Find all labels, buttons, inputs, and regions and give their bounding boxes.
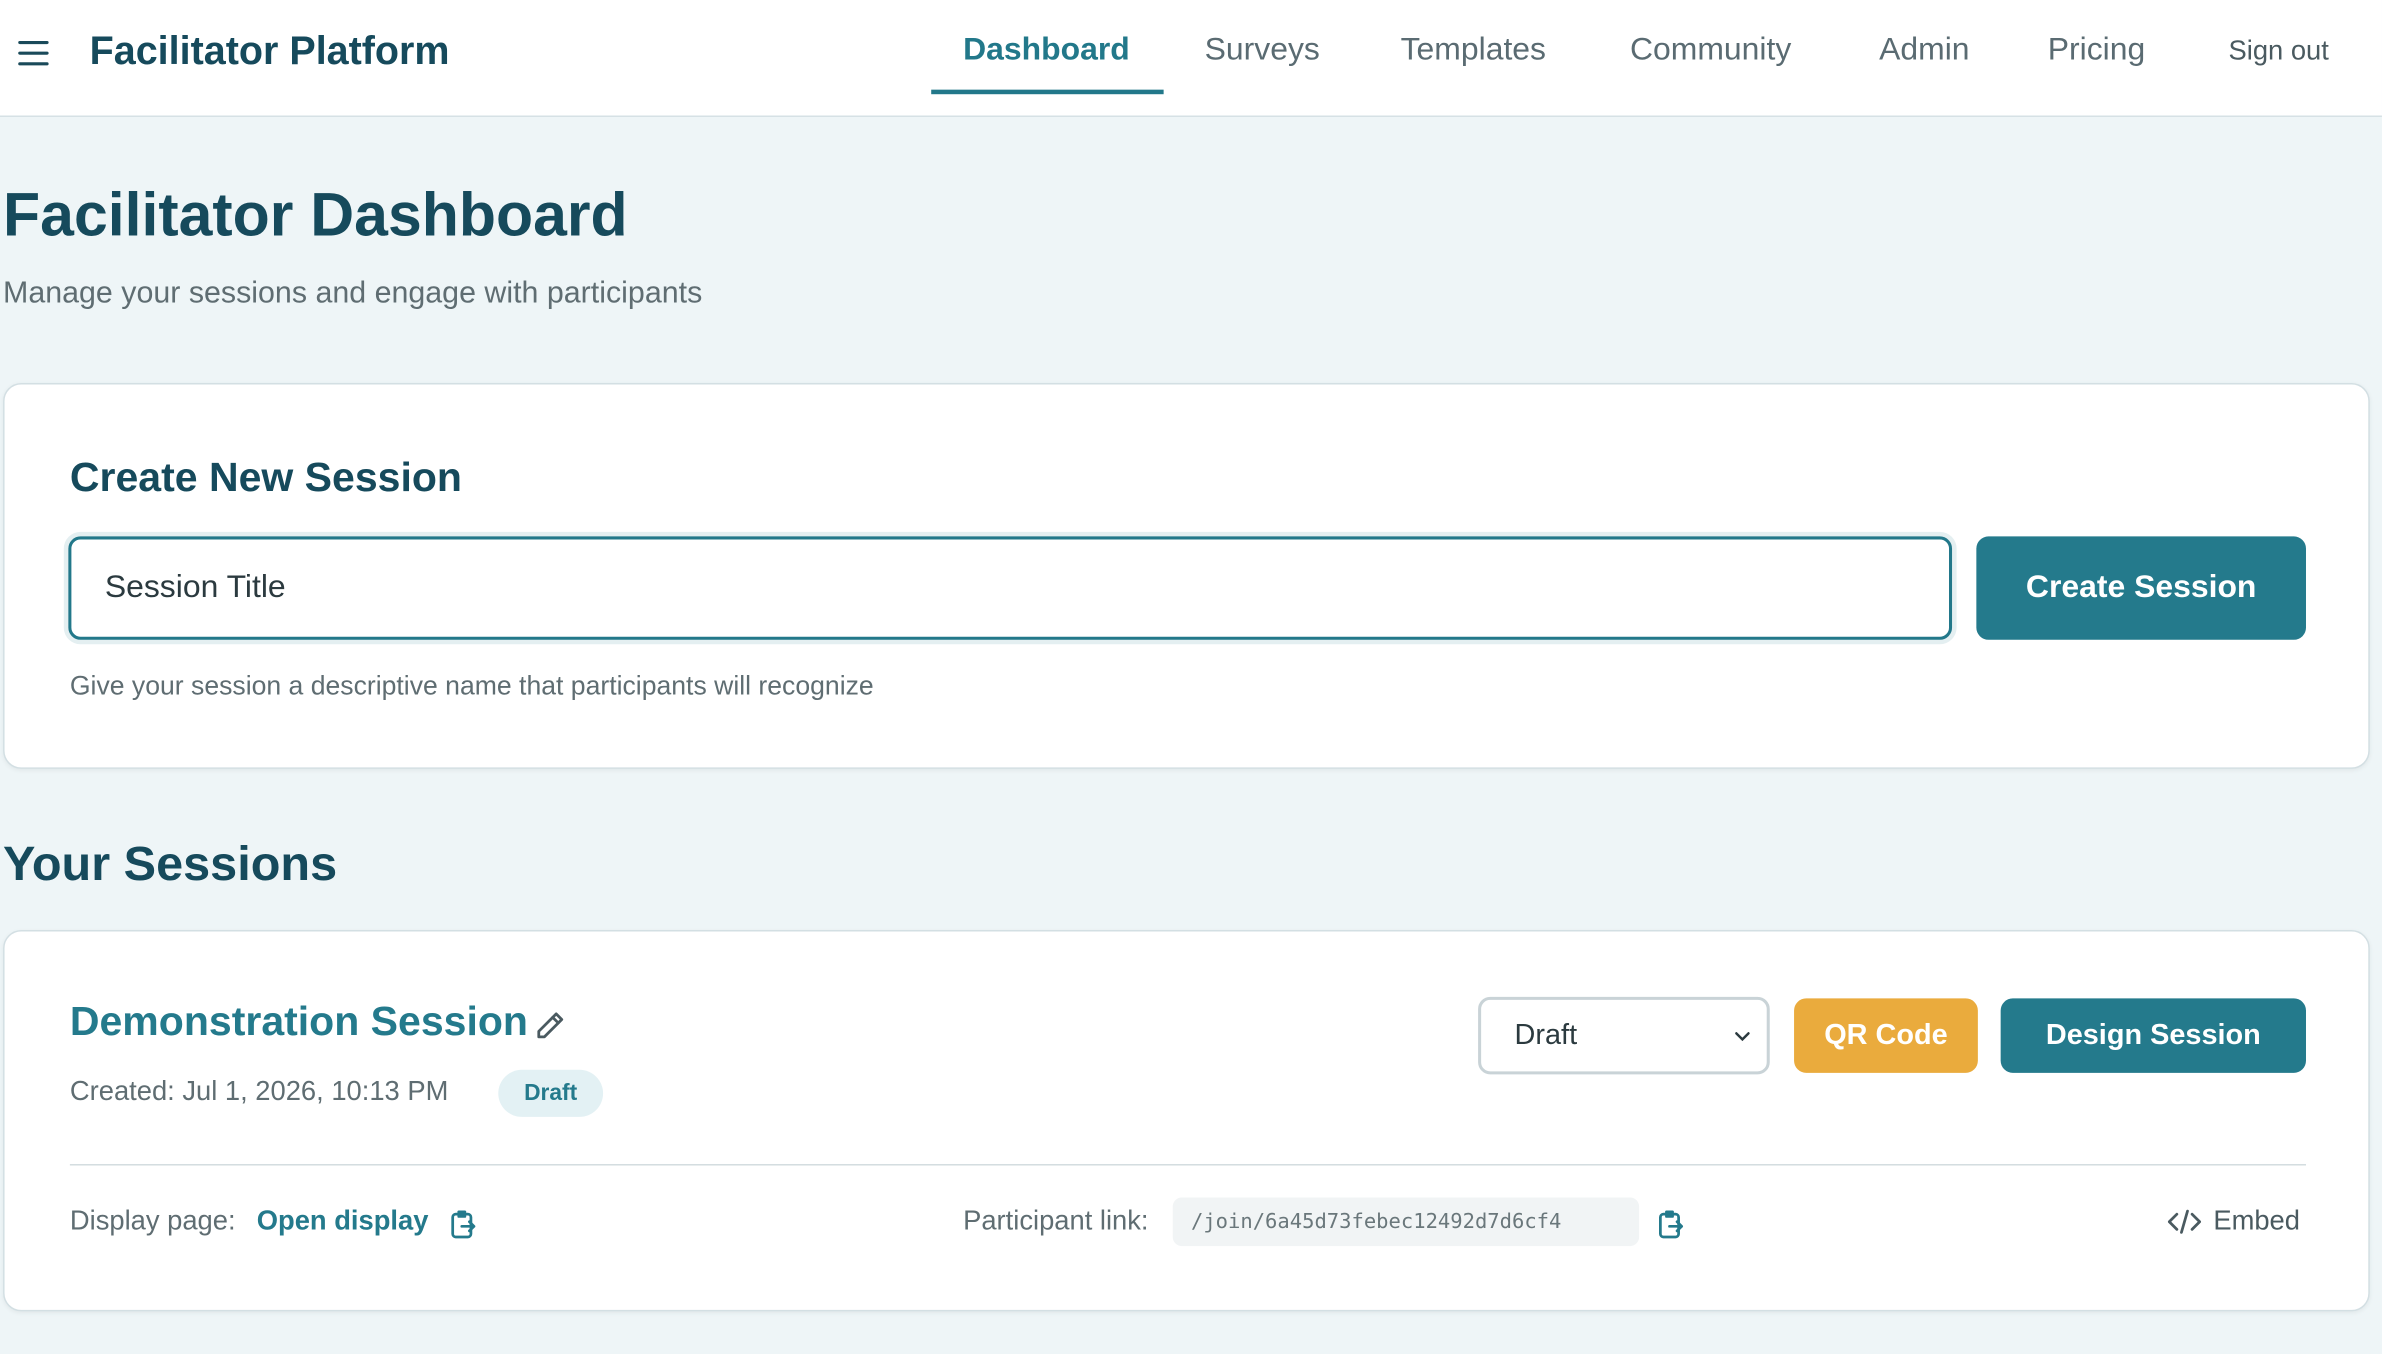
participant-link-code[interactable]: /join/6a45d73febec12492d7d6cf4 [1172, 1197, 1640, 1247]
create-session-button[interactable]: Create Session [1976, 536, 2306, 640]
pencil-icon[interactable] [533, 1009, 566, 1042]
embed-label: Embed [2213, 1205, 2300, 1236]
copy-link-icon[interactable] [1656, 1208, 1686, 1241]
your-sessions-title: Your Sessions [3, 835, 338, 891]
menu-icon[interactable] [18, 38, 51, 68]
participant-link-label: Participant link: [963, 1205, 1149, 1236]
nav-community[interactable]: Community [1630, 32, 1791, 68]
session-status-select[interactable]: Draft [1478, 996, 1770, 1075]
nav-dashboard[interactable]: Dashboard [963, 32, 1130, 68]
page-subtitle: Manage your sessions and engage with par… [3, 276, 703, 310]
create-session-card: Create New Session Create Session Give y… [3, 382, 2370, 769]
nav-pricing[interactable]: Pricing [2048, 32, 2146, 68]
chevron-down-icon [1735, 1032, 1750, 1042]
session-title-input[interactable] [68, 536, 1953, 640]
nav-surveys[interactable]: Surveys [1205, 32, 1320, 68]
sign-out-button[interactable]: Sign out [2229, 35, 2329, 67]
session-name-link[interactable]: Demonstration Session [70, 998, 528, 1045]
app-root: Facilitator Platform Dashboard Surveys T… [0, 0, 2382, 1354]
session-created-date: Created: Jul 1, 2026, 10:13 PM [69, 1075, 449, 1107]
status-select-value: Draft [1514, 1018, 1578, 1051]
create-session-title: Create New Session [69, 454, 462, 500]
brand-title[interactable]: Facilitator Platform [90, 27, 450, 74]
page-title: Facilitator Dashboard [3, 182, 628, 250]
code-icon [2167, 1208, 2202, 1234]
top-nav-bar: Facilitator Platform Dashboard Surveys T… [0, 0, 2382, 118]
copy-icon[interactable] [448, 1208, 478, 1241]
qr-code-button[interactable]: QR Code [1794, 998, 1978, 1073]
embed-button[interactable]: Embed [2167, 1205, 2300, 1237]
session-title-hint: Give your session a descriptive name tha… [69, 670, 874, 701]
open-display-link[interactable]: Open display [257, 1205, 429, 1237]
session-divider [69, 1164, 2306, 1166]
nav-active-indicator [931, 89, 1164, 95]
status-badge: Draft [498, 1069, 604, 1117]
design-session-button[interactable]: Design Session [2000, 998, 2306, 1073]
nav-templates[interactable]: Templates [1401, 32, 1546, 68]
nav-admin[interactable]: Admin [1879, 32, 1969, 68]
display-page-label: Display page: [69, 1205, 236, 1236]
session-card: Demonstration Session Created: Jul 1, 20… [3, 929, 2370, 1312]
